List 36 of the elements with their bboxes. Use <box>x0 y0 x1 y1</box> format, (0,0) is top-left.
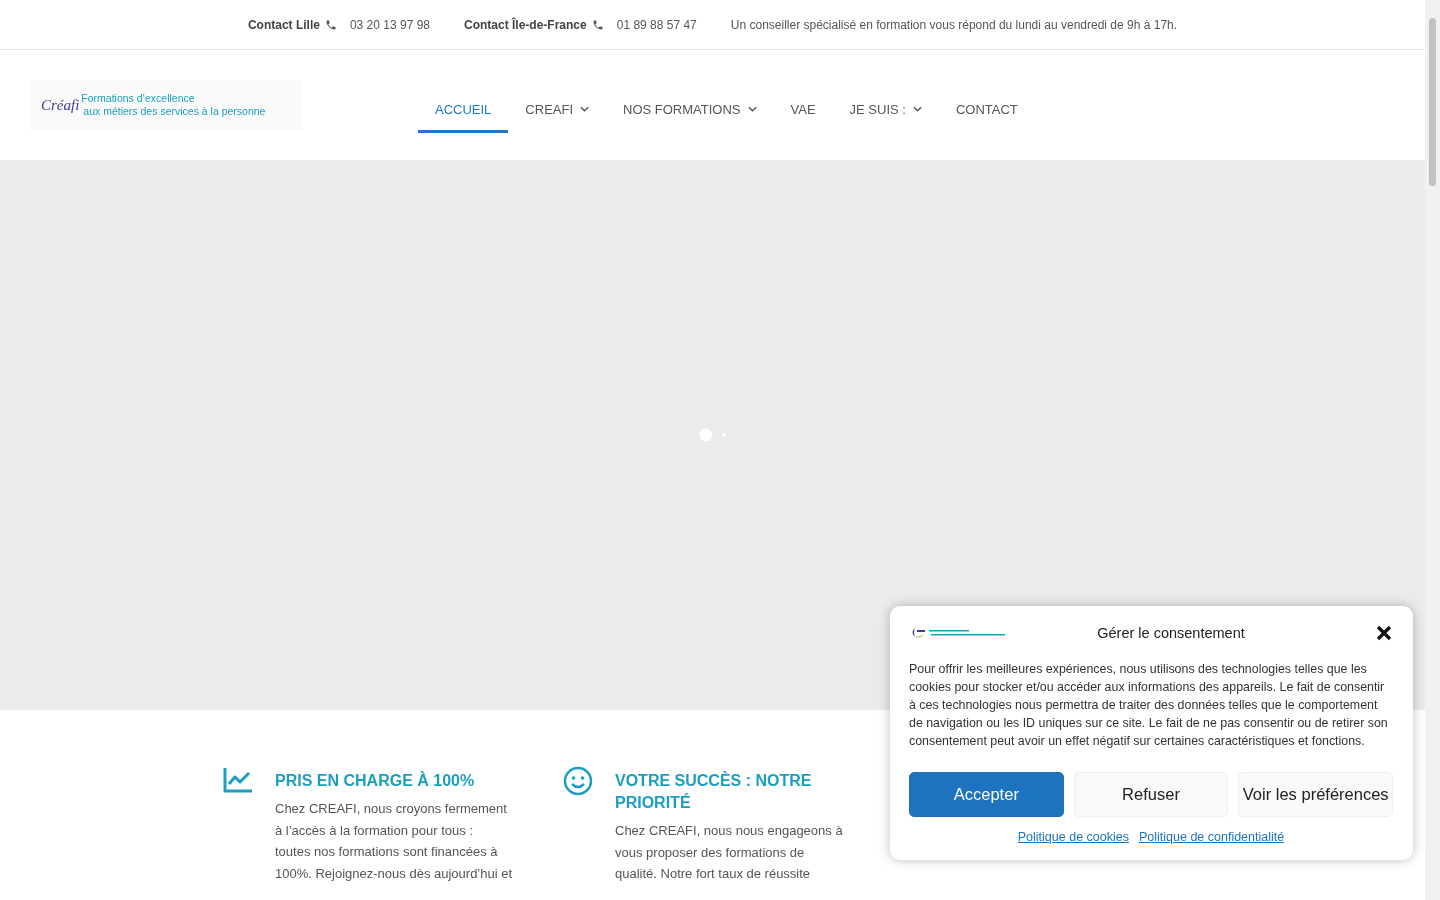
feature-text: 100%. Rejoignez-nous dès aujourd’hui et <box>275 864 513 883</box>
nav-item[interactable]: CONTACT <box>938 88 1035 133</box>
nav-item[interactable]: ACCUEIL <box>418 88 509 133</box>
policy-link[interactable]: Politique de confidentialité <box>1138 830 1285 844</box>
feature-text: toutes nos formations sont financées à <box>275 843 499 861</box>
phone-number[interactable]: 03 20 13 97 98 <box>349 17 430 32</box>
phone-icon <box>591 18 604 31</box>
smiley-icon <box>563 766 593 796</box>
nav-item[interactable]: CREAFI <box>508 88 607 133</box>
consent-text: Pour offrir les meilleures expériences, nous utilisons des technologies telles que les cookies pour stocker et/ou accéder aux informations des appareils. Le fait de consentir à ces technologies nous permettra de traiter des données telles que le comportement de navigation ou les ID uniques sur ce site. Le fait de ne pas consentir ou de retirer son consentement peut avoir un effet négatif sur certaines caractéristiques et fonctions. <box>909 661 1389 750</box>
logo-mark: Créafi <box>40 96 80 114</box>
logo-text: aux métiers des services à la personne <box>82 105 266 118</box>
dialog-button[interactable]: Voir les préférences <box>1238 772 1393 817</box>
phone-icon <box>324 18 337 31</box>
feature-text: Chez CREAFI, nous nous engageons à <box>615 822 844 840</box>
close-icon[interactable] <box>1375 624 1393 642</box>
contact-label: Contact Lille <box>247 17 320 32</box>
nav-item[interactable]: JE SUIS : <box>832 88 939 133</box>
logo-text: Formations d’excellence <box>81 92 196 105</box>
feature-title: PRIS EN CHARGE À 100% <box>275 770 476 791</box>
contact-label: Contact Île-de-France <box>464 17 587 32</box>
policy-link[interactable]: Politique de cookies <box>1017 830 1129 844</box>
nav-item[interactable]: NOS FORMATIONS <box>606 88 774 133</box>
phone-number[interactable]: 01 89 88 57 47 <box>616 17 697 32</box>
chart-icon <box>223 766 253 794</box>
dialog-button[interactable]: Refuser <box>1073 772 1229 817</box>
accept-button[interactable]: Accepter <box>909 772 1064 817</box>
scrollbar[interactable] <box>1425 0 1440 900</box>
feature-title: VOTRE SUCCÈS : NOTRE PRIORITÉ <box>615 770 813 813</box>
feature-text: Chez CREAFI, nous croyons fermement <box>275 800 508 818</box>
feature-text: vous proposer des formations de <box>615 843 806 862</box>
dialog-title: Gérer le consentement <box>1096 625 1246 641</box>
feature-text: qualité. Notre fort taux de réussite <box>615 865 812 883</box>
feature-text: à l’accès à la formation pour tous : <box>275 821 474 840</box>
nav-item[interactable]: VAE <box>773 88 833 133</box>
opening-hours-note: Un conseiller spécialisé en formation vous répond du lundi au vendredi de 9h à 17h. <box>730 17 1178 32</box>
